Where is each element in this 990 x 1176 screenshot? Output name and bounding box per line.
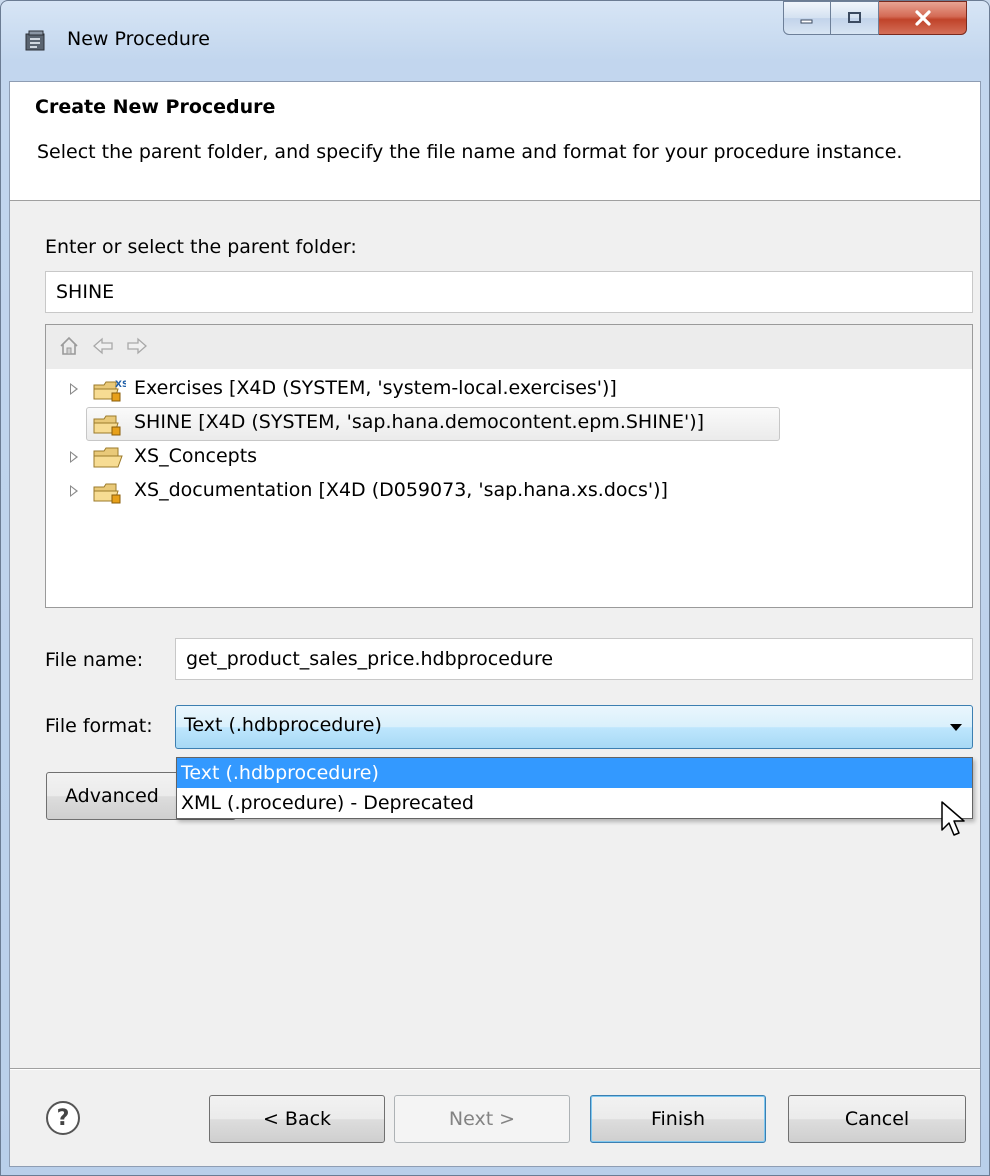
tree-item-xs-documentation[interactable]: XS_documentation [X4D (D059073, 'sap.han… [46, 475, 972, 509]
parent-folder-label: Enter or select the parent folder: [45, 236, 357, 258]
tree-toolbar [46, 325, 972, 369]
chevron-down-icon[interactable] [950, 724, 962, 731]
dropdown-option-xml[interactable]: XML (.procedure) - Deprecated [177, 788, 972, 818]
tree-item-xs-concepts[interactable]: XS_Concepts [46, 441, 972, 475]
maximize-icon [847, 12, 861, 23]
tree-item-label: SHINE [X4D (SYSTEM, 'sap.hana.democonten… [134, 411, 705, 433]
file-format-select[interactable]: Text (.hdbprocedure) [175, 705, 973, 749]
title-bar[interactable]: New Procedure [1, 1, 989, 81]
tree-item-exercises[interactable]: XS Exercises [X4D (SYSTEM, 'system-local… [46, 373, 972, 407]
expand-icon[interactable] [70, 383, 78, 395]
minimize-button[interactable] [783, 1, 831, 35]
tree-item-label: XS_Concepts [134, 445, 258, 467]
shared-project-folder-icon [93, 415, 121, 436]
window-controls [783, 1, 967, 35]
folder-tree[interactable]: XS Exercises [X4D (SYSTEM, 'system-local… [45, 324, 973, 608]
footer-separator [10, 1068, 980, 1070]
xs-project-folder-icon: XS [93, 380, 126, 402]
file-format-dropdown[interactable]: Text (.hdbprocedure) XML (.procedure) - … [176, 757, 973, 819]
maximize-button[interactable] [831, 1, 879, 35]
svg-text:XS: XS [115, 380, 126, 390]
file-format-label: File format: [45, 715, 153, 737]
tree-item-label: Exercises [X4D (SYSTEM, 'system-local.ex… [134, 377, 617, 399]
close-button[interactable] [879, 1, 967, 35]
wizard-header: Create New Procedure Select the parent f… [10, 82, 980, 201]
expand-icon[interactable] [70, 451, 78, 463]
app-icon [25, 30, 45, 51]
file-name-input[interactable]: get_product_sales_price.hdbprocedure [175, 638, 973, 680]
mouse-cursor-icon [941, 801, 965, 836]
window-title: New Procedure [67, 28, 210, 50]
back-button[interactable]: < Back [209, 1095, 385, 1143]
close-icon [914, 10, 931, 26]
shared-project-folder-icon [93, 483, 121, 504]
cancel-button[interactable]: Cancel [788, 1095, 966, 1143]
finish-button[interactable]: Finish [590, 1095, 766, 1143]
parent-folder-input[interactable]: SHINE [45, 271, 973, 313]
help-icon[interactable]: ? [46, 1101, 80, 1135]
expand-icon[interactable] [70, 485, 78, 497]
home-icon[interactable] [58, 335, 80, 357]
forward-arrow-icon[interactable] [126, 335, 148, 357]
dialog-body: Create New Procedure Select the parent f… [9, 81, 981, 1167]
tree-item-label: XS_documentation [X4D (D059073, 'sap.han… [134, 479, 668, 501]
back-arrow-icon[interactable] [92, 335, 114, 357]
next-button[interactable]: Next > [394, 1095, 570, 1143]
file-format-value: Text (.hdbprocedure) [184, 714, 382, 736]
new-procedure-dialog: New Procedure Create New Procedure Selec… [0, 0, 990, 1176]
page-description: Select the parent folder, and specify th… [37, 141, 903, 163]
file-name-label: File name: [45, 649, 144, 671]
page-title: Create New Procedure [35, 96, 276, 118]
advanced-button-label: Advanced [65, 785, 159, 807]
open-folder-icon [93, 447, 123, 468]
tree-item-shine[interactable]: SHINE [X4D (SYSTEM, 'sap.hana.democonten… [46, 407, 972, 441]
dropdown-option-text[interactable]: Text (.hdbprocedure) [177, 758, 972, 788]
minimize-icon [800, 19, 813, 24]
